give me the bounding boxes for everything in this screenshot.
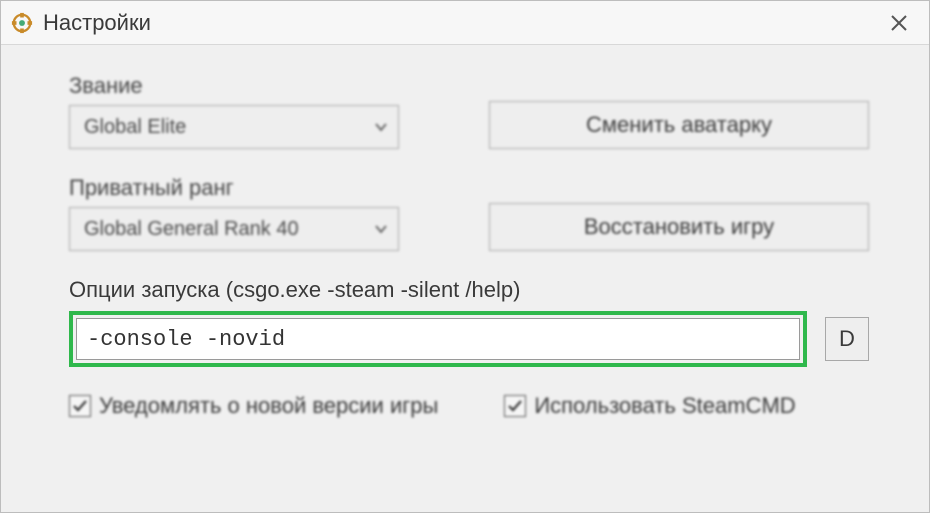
content-area: Звание Global Elite Сменить аватарку: [1, 45, 929, 419]
settings-window: Настройки Звание Global Elite: [0, 0, 930, 513]
rank-value: Global Elite: [84, 116, 186, 139]
launch-input-highlight: [69, 311, 807, 367]
restore-game-label: Восстановить игру: [584, 214, 774, 240]
chevron-down-icon: [374, 224, 388, 234]
launch-options-input[interactable]: [76, 318, 800, 360]
private-rank-select[interactable]: Global General Rank 40: [69, 207, 399, 251]
rank-label: Звание: [69, 73, 429, 99]
restore-game-button[interactable]: Восстановить игру: [489, 203, 869, 251]
change-avatar-button[interactable]: Сменить аватарку: [489, 101, 869, 149]
use-steamcmd-checkbox[interactable]: Использовать SteamCMD: [504, 393, 795, 419]
private-rank-label: Приватный ранг: [69, 175, 429, 201]
notify-update-checkbox[interactable]: Уведомлять о новой версии игры: [69, 393, 438, 419]
rank-select[interactable]: Global Elite: [69, 105, 399, 149]
titlebar: Настройки: [1, 1, 929, 45]
private-rank-value: Global General Rank 40: [84, 218, 299, 241]
check-icon: [507, 398, 523, 414]
chevron-down-icon: [374, 122, 388, 132]
d-button-label: D: [839, 326, 855, 352]
d-button[interactable]: D: [825, 317, 869, 361]
launch-options-label: Опции запуска (csgo.exe -steam -silent /…: [69, 277, 869, 303]
checkbox-box: [504, 395, 526, 417]
close-button[interactable]: [879, 3, 919, 43]
checkbox-box: [69, 395, 91, 417]
notify-update-label: Уведомлять о новой версии игры: [99, 393, 438, 419]
app-icon: [11, 12, 33, 34]
change-avatar-label: Сменить аватарку: [586, 112, 772, 138]
check-icon: [72, 398, 88, 414]
close-icon: [890, 14, 908, 32]
window-title: Настройки: [43, 10, 879, 36]
use-steamcmd-label: Использовать SteamCMD: [534, 393, 795, 419]
